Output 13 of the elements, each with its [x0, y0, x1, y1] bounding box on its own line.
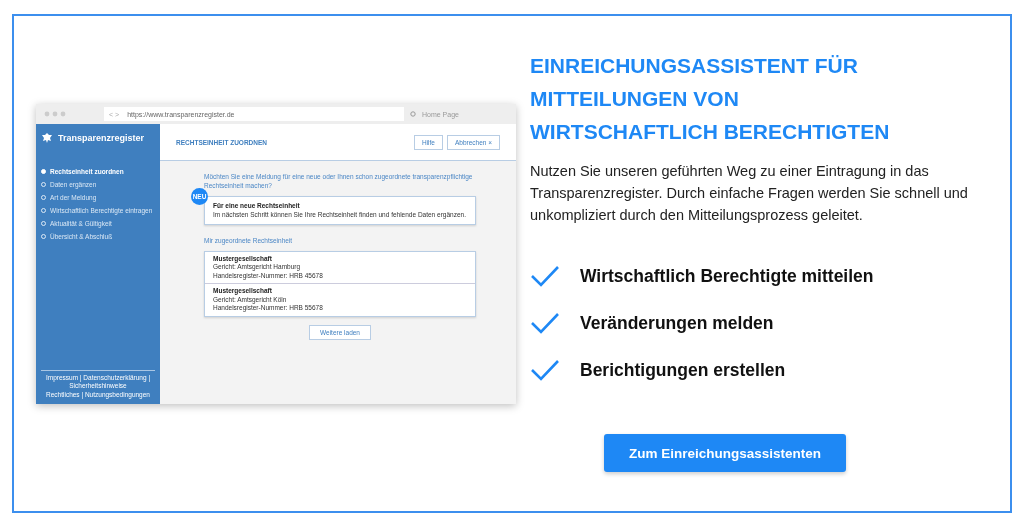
- heading-line: MITTEILUNGEN VON: [530, 86, 740, 112]
- description: Nutzen Sie unseren geführten Weg zu einer Eintragung in das Transparenzregister. Durch einfache Fragen werden Sie schnell und unkompliziert durch den Mitteilungsprozess geleitet.: [530, 162, 969, 225]
- feature-text: Wirtschaftlich Berechtigte mitteilen: [580, 265, 874, 287]
- heading-line: EINREICHUNGSASSISTENT FÜR: [530, 53, 859, 79]
- cta-button[interactable]: Zum Einreichungsassistenten: [604, 434, 846, 472]
- feature-text: Berichtigungen erstellen: [580, 359, 786, 381]
- checkmark-icon: [530, 311, 560, 335]
- feature-text: Veränderungen melden: [580, 312, 774, 334]
- heading-line: WIRTSCHAFTLICH BERECHTIGTEN: [530, 119, 891, 145]
- settings-icon[interactable]: [410, 111, 416, 117]
- checkmark-icon: [530, 264, 560, 288]
- checkmark-icon: [530, 358, 560, 382]
- brand-name: Transparenzregister: [58, 133, 145, 143]
